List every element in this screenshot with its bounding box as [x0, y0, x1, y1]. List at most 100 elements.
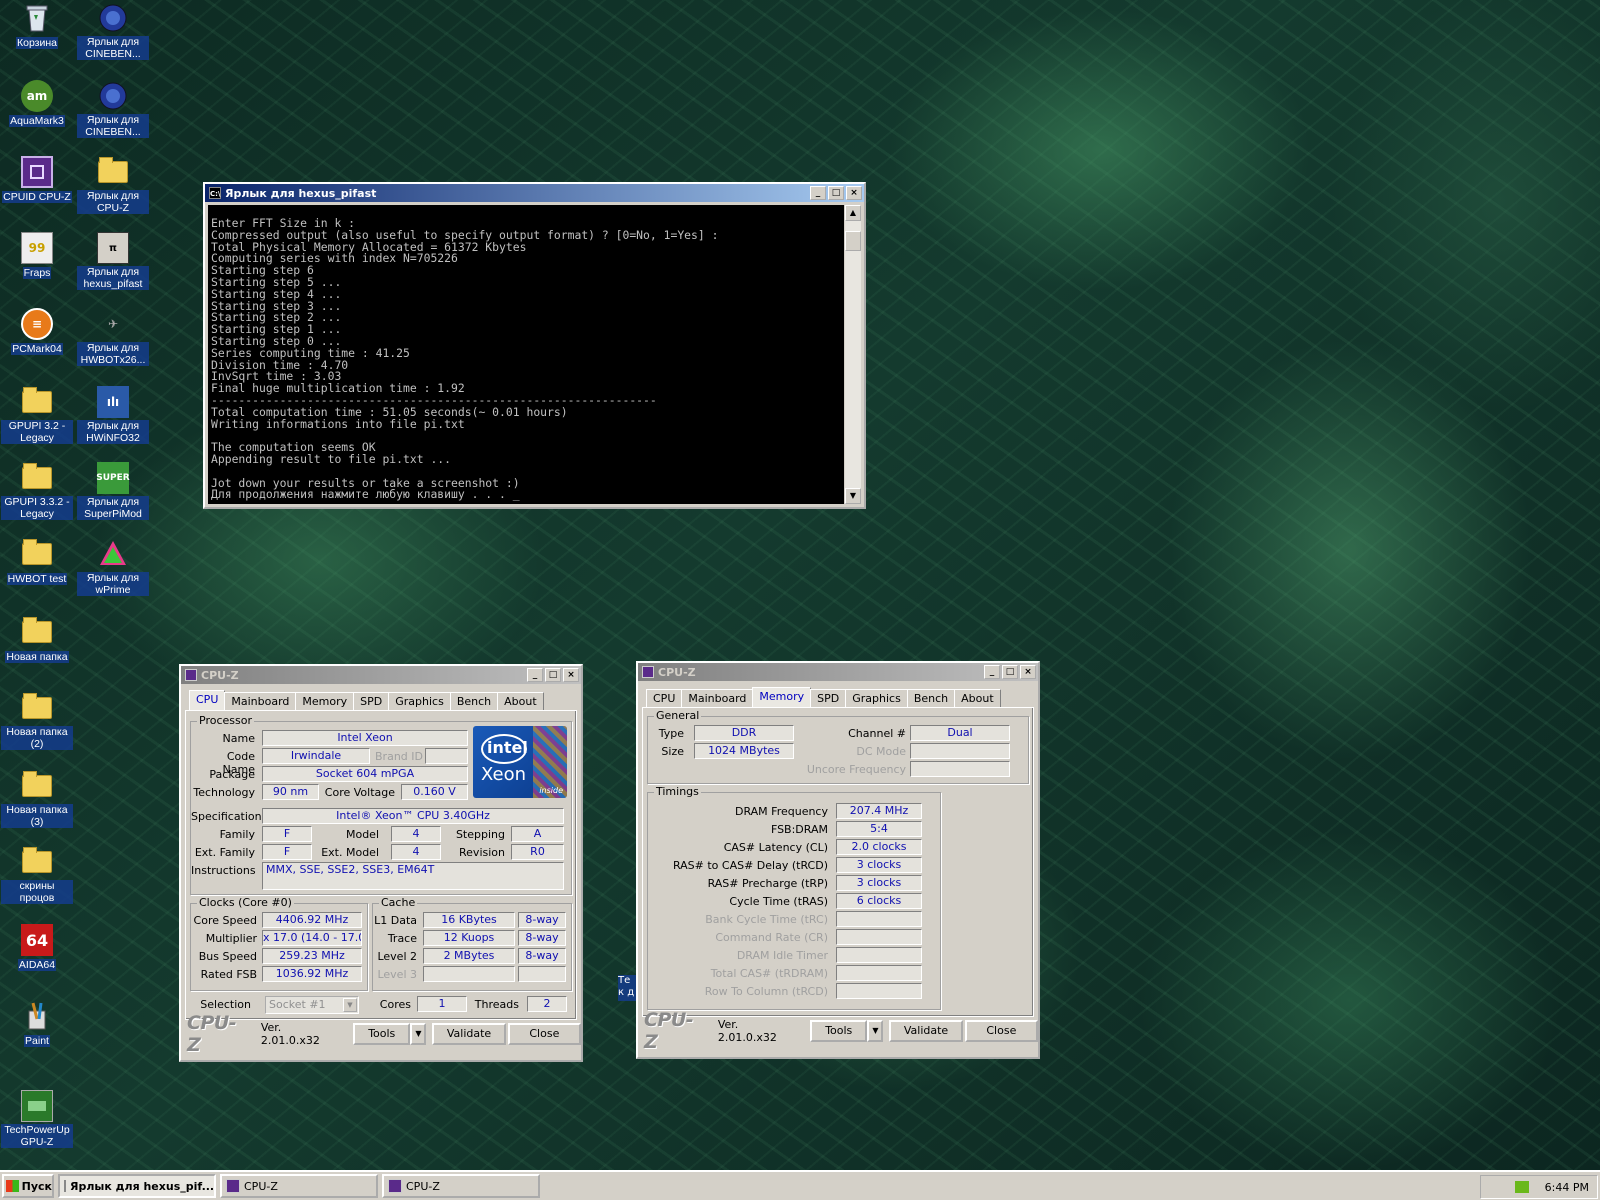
desktop-icon-wprime[interactable]: Ярлык для wPrime [77, 538, 149, 596]
desktop-icon-recycle-bin[interactable]: Корзина [1, 2, 73, 49]
cpuz-memory-window[interactable]: CPU-Z _ □ × CPU Mainboard Memory SPD Graph… [636, 661, 1040, 1059]
cpuz-logo: CPU-Z [644, 1009, 694, 1053]
maximize-button[interactable]: □ [545, 668, 561, 682]
taskbar-item-cpuz-2[interactable]: CPU-Z [382, 1174, 540, 1198]
desktop-icon-gpuz[interactable]: TechPowerUp GPU-Z [1, 1090, 73, 1148]
console-scrollbar[interactable]: ▲ ▼ [845, 205, 861, 504]
tab-bench[interactable]: Bench [449, 692, 499, 710]
desktop-icon-hwbot-test[interactable]: HWBOT test [1, 538, 73, 585]
tab-about[interactable]: About [954, 689, 1001, 707]
tab-mainboard[interactable]: Mainboard [681, 689, 754, 707]
label: Package [209, 768, 255, 781]
close-button[interactable]: × [563, 668, 579, 682]
tab-cpu[interactable]: CPU [646, 689, 683, 707]
maximize-button[interactable]: □ [1002, 665, 1018, 679]
desktop-icon-new-folder[interactable]: Новая папка [1, 616, 73, 663]
cpuz-cpu-titlebar[interactable]: CPU-Z _ □ × [181, 666, 581, 684]
tab-mainboard[interactable]: Mainboard [224, 692, 297, 710]
desktop-icon-new-folder-2[interactable]: Новая папка (2) [1, 692, 73, 750]
minimize-button[interactable]: _ [527, 668, 543, 682]
close-button[interactable]: × [846, 186, 862, 200]
desktop-icon-screens[interactable]: скрины процов [1, 846, 73, 904]
desktop-icon-fraps[interactable]: 99 Fraps [1, 232, 73, 279]
label: DC Mode [856, 745, 906, 758]
label: Rated FSB [200, 968, 257, 981]
desktop-icon-pcmark[interactable]: ≡ PCMark04 [1, 308, 73, 355]
desktop-icon-aquamark[interactable]: am AquaMark3 [1, 80, 73, 127]
console-line: Writing informations into file pi.txt [211, 416, 465, 431]
desktop-icon-paint[interactable]: Paint [1, 1000, 73, 1047]
console-output[interactable]: Enter FFT Size in k : Compressed output (… [208, 205, 844, 504]
close-app-button[interactable]: Close [964, 1020, 1039, 1042]
scroll-down-icon[interactable]: ▼ [845, 488, 861, 504]
desktop-icon-pifast[interactable]: π Ярлык для hexus_pifast [77, 232, 149, 290]
tab-graphics[interactable]: Graphics [388, 692, 451, 710]
desktop-icon-gpupi-332[interactable]: GPUPI 3.3.2 - Legacy [1, 462, 73, 520]
busspeed-value: 259.23 MHz [262, 948, 362, 964]
label: Size [661, 745, 684, 758]
desktop-icon-cinebench-2[interactable]: Ярлык для CINEBEN... [77, 80, 149, 138]
desktop-icon-aida64[interactable]: 64 AIDA64 [1, 924, 73, 971]
tab-graphics[interactable]: Graphics [845, 689, 908, 707]
desktop-icon-cpuz-shortcut[interactable]: Ярлык для CPU-Z [77, 156, 149, 214]
maximize-button[interactable]: □ [828, 186, 844, 200]
label: Name [222, 732, 255, 745]
close-button[interactable]: × [1020, 665, 1036, 679]
package-value: Socket 604 mPGA [262, 766, 468, 782]
tab-spd[interactable]: SPD [810, 689, 847, 707]
tab-bench[interactable]: Bench [906, 689, 956, 707]
tab-cpu[interactable]: CPU [189, 690, 226, 710]
tab-about[interactable]: About [497, 692, 544, 710]
console-titlebar[interactable]: C:\ Ярлык для hexus_pifast _ □ × [205, 184, 864, 202]
tab-spd[interactable]: SPD [353, 692, 390, 710]
dcmode-value [910, 743, 1010, 759]
desktop-icon-new-folder-3[interactable]: Новая папка (3) [1, 770, 73, 828]
close-app-button[interactable]: Close [507, 1023, 582, 1045]
desktop-icon-hwinfo[interactable]: ılı Ярлык для HWiNFO32 [77, 386, 149, 444]
tab-memory[interactable]: Memory [295, 692, 355, 710]
label: Instructions [191, 864, 256, 877]
folder-icon [21, 538, 53, 570]
nvidia-icon[interactable] [1514, 1181, 1529, 1193]
trdram-value [836, 965, 922, 981]
cas-latency-value: 2.0 clocks [836, 839, 922, 855]
validate-button[interactable]: Validate [889, 1020, 963, 1042]
label: Model [345, 828, 379, 841]
taskbar-item-console[interactable]: Ярлык для hexus_pif... [58, 1174, 216, 1198]
channel-value: Dual [910, 725, 1010, 741]
desktop-icon-cinebench[interactable]: Ярлык для CINEBEN... [77, 2, 149, 60]
taskbar-item-cpuz-1[interactable]: CPU-Z [220, 1174, 378, 1198]
desktop-icon-superpi[interactable]: SUPER Ярлык для SuperPiMod [77, 462, 149, 520]
label: RAS# Precharge (tRP) [707, 877, 828, 890]
label: Brand ID [375, 750, 423, 763]
timings-group: Timings DRAM Frequency 207.4 MHz FSB:DRA… [647, 785, 941, 1010]
tools-dropdown-icon[interactable]: ▼ [410, 1023, 427, 1045]
desktop-icon-hwbot[interactable]: ✈ Ярлык для HWBOTx26... [77, 308, 149, 366]
folder-icon [21, 386, 53, 418]
bottom-bar: CPU-Z Ver. 2.01.0.x32 Tools ▼ Validate C… [644, 1009, 1039, 1053]
label: Cores [379, 998, 411, 1011]
tools-button[interactable]: Tools [353, 1023, 411, 1045]
tab-memory[interactable]: Memory [752, 687, 812, 707]
scroll-up-icon[interactable]: ▲ [845, 205, 861, 221]
tools-button[interactable]: Tools [810, 1020, 868, 1042]
scroll-thumb[interactable] [845, 231, 861, 251]
desktop-icon-gpupi-32[interactable]: GPUPI 3.2 - Legacy [1, 386, 73, 444]
tools-dropdown-icon[interactable]: ▼ [867, 1020, 884, 1042]
name-value: Intel Xeon [262, 730, 468, 746]
threads-value: 2 [527, 996, 567, 1012]
stepping-value: A [511, 826, 564, 842]
label: Uncore Frequency [806, 763, 906, 776]
start-button[interactable]: Пуск [2, 1174, 54, 1198]
console-window[interactable]: C:\ Ярлык для hexus_pifast _ □ × Enter FFT… [203, 182, 866, 509]
validate-button[interactable]: Validate [432, 1023, 506, 1045]
tray-clock[interactable]: 6:44 PM [1545, 1181, 1589, 1194]
cpuz-mem-titlebar[interactable]: CPU-Z _ □ × [638, 663, 1038, 681]
desktop-icon-cpuz[interactable]: CPUID CPU-Z [1, 156, 73, 203]
minimize-button[interactable]: _ [810, 186, 826, 200]
minimize-button[interactable]: _ [984, 665, 1000, 679]
fsb-dram-value: 5:4 [836, 821, 922, 837]
xeon-wordmark: Xeon [481, 764, 527, 785]
cpuz-cpu-window[interactable]: CPU-Z _ □ × CPU Mainboard Memory SPD Graph… [179, 664, 583, 1062]
fraps-icon: 99 [21, 232, 53, 264]
